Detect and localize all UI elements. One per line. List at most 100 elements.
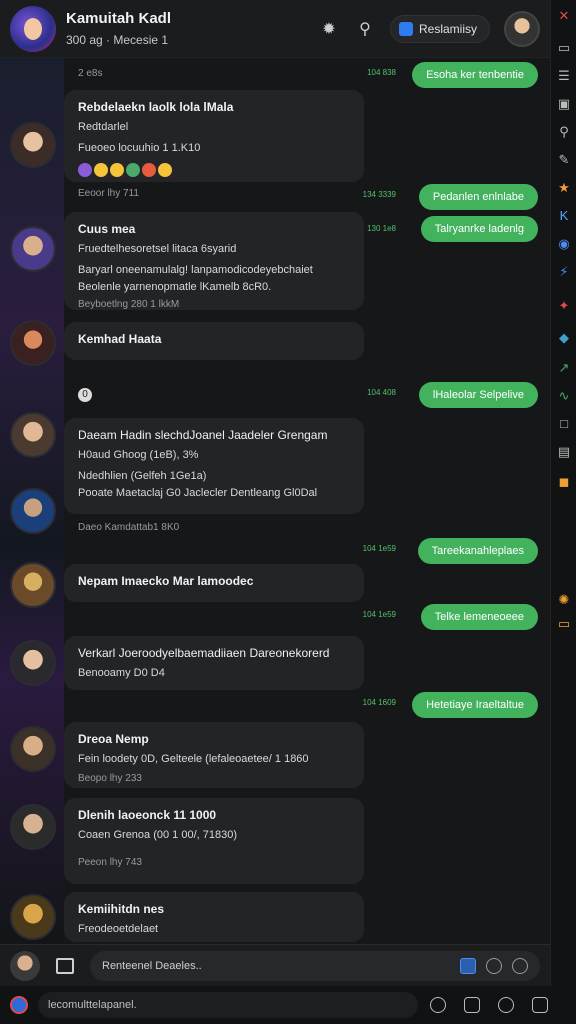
member-avatar[interactable] [10, 562, 56, 608]
bubble-timestamp: 104 408 [367, 388, 396, 397]
member-avatar[interactable] [10, 412, 56, 458]
record-icon[interactable] [430, 997, 446, 1013]
message-title: Nepam Imaecko Mar lamoodec [78, 574, 254, 588]
attachment-icon[interactable] [56, 957, 74, 974]
message-title: Daeam Hadin slechdJoanel Jaadeler Grenga… [78, 428, 328, 442]
wave-icon[interactable]: ∿ [556, 388, 572, 404]
sun-icon[interactable]: ✺ [556, 592, 572, 608]
message-line: Fein loodety 0D, Gelteele (lefaleoaetee/… [78, 753, 309, 765]
bubble-timestamp: 104 1609 [362, 698, 396, 707]
sent-bubble[interactable]: lHaleolar Selpelive [418, 382, 538, 408]
self-avatar[interactable] [10, 950, 40, 981]
message-card[interactable]: Verkarl Joeroodyelbaemadiiaen Dareonekor… [64, 636, 364, 690]
message-card[interactable]: Kemhad Haata [64, 322, 364, 360]
close-icon[interactable]: ✕ [556, 8, 572, 24]
chart-icon[interactable]: ↗ [556, 360, 572, 376]
message-line: Redtdarlel [78, 121, 129, 133]
group-avatar[interactable] [10, 5, 56, 52]
image-icon[interactable]: ▣ [556, 96, 572, 112]
drop-icon[interactable]: ◆ [556, 330, 572, 346]
message-input[interactable]: Renteenel Deaeles.. [90, 950, 540, 981]
input-actions [460, 957, 528, 974]
sent-bubble[interactable]: Talryanrke ladenlg [420, 216, 538, 242]
message-title: Kemiihitdn nes [78, 902, 165, 916]
sticker-icon[interactable] [460, 957, 476, 974]
sent-bubble[interactable]: Telke lemeneoeee [420, 604, 538, 630]
sent-bubble[interactable]: Tareekanahleplaes [417, 538, 538, 564]
message-title: Dreoa Nemp [78, 732, 149, 746]
message-line: Coaen Grenoa (00 1 00/, 71830) [78, 829, 238, 841]
member-avatar[interactable] [10, 122, 56, 168]
message-card[interactable]: Dlenih laoeonck 11 1000 Coaen Grenoa (00… [64, 798, 364, 884]
message-card[interactable]: Daeam Hadin slechdJoanel Jaadeler Grenga… [64, 418, 364, 514]
member-avatar[interactable] [10, 804, 56, 850]
right-rail: ✕ ▭ ☰ ▣ ⚲ ✎ ★ K ◉ ⚡ ✦ ◆ ↗ ∿ □ ▤ ◼ ✺ ▭ [550, 0, 576, 1024]
message-line: Beolenle yarnenopmatle lKamelb 8cR0. [78, 280, 272, 293]
bubble-timestamp: 104 1e59 [362, 610, 396, 619]
emoji-icon [158, 163, 172, 178]
command-input[interactable]: lecomulttelapanel. [38, 992, 418, 1018]
member-avatar[interactable] [10, 488, 56, 534]
message-meta: Beopo lhy 233 [78, 772, 142, 784]
app-logo-icon[interactable] [10, 996, 28, 1014]
k-icon[interactable]: K [556, 208, 572, 224]
message-input-placeholder: Renteenel Deaeles.. [102, 959, 202, 972]
bubble-timestamp: 130 1e8 [367, 224, 396, 233]
message-card[interactable]: Cuus mea Fruedtelhesoretsel litaca 6syar… [64, 212, 364, 310]
clock-icon[interactable] [486, 957, 502, 974]
message-title: Verkarl Joeroodyelbaemadiiaen Dareonekor… [78, 646, 330, 660]
calendar-pill-button[interactable]: Reslamiisy [389, 14, 490, 43]
search-icon[interactable]: ⚲ [354, 18, 376, 40]
bubble-timestamp: 134 3339 [362, 190, 396, 199]
emoji-icon [78, 163, 92, 178]
message-card[interactable]: Nepam Imaecko Mar lamoodec [64, 564, 364, 602]
message-card[interactable]: Kemiihitdn nes Freodeoetdelaet [64, 892, 364, 942]
member-avatar[interactable] [10, 640, 56, 686]
doc-icon[interactable]: ▤ [556, 444, 572, 460]
message-card[interactable]: Rebdelaekn laolk lola lMala Redtdarlel F… [64, 90, 364, 182]
message-title: Cuus mea [78, 222, 136, 236]
header-actions: ✹ ⚲ Reslamiisy [318, 10, 540, 47]
system-dot: 0 [78, 388, 92, 402]
sent-bubble[interactable]: Hetetiaye Iraeltaltue [412, 692, 538, 718]
card-icon[interactable]: ▭ [556, 616, 572, 632]
box-icon[interactable]: ◼ [556, 474, 572, 490]
message-line: Baryarl oneenamulalg! lanpamodicodeyebch… [78, 263, 313, 276]
member-avatar[interactable] [10, 726, 56, 772]
settings-icon[interactable] [512, 957, 528, 974]
chat-icon[interactable]: ▭ [556, 40, 572, 56]
list-icon[interactable]: ☰ [556, 68, 572, 84]
link-icon[interactable]: ⚡ [556, 264, 572, 280]
message-line: Ndedhlien (Gelfeh 1Ge1a) [78, 469, 207, 482]
window-icon[interactable]: □ [556, 416, 572, 432]
member-avatar[interactable] [10, 320, 56, 366]
message-meta: Beyboetlng 280 1 lkkM [78, 298, 180, 310]
sent-bubble[interactable]: Esoha ker tenbentie [412, 62, 538, 88]
bottom-actions [430, 997, 548, 1013]
pill-label: Reslamiisy [418, 21, 477, 36]
message-line: H0aud Ghoog (1eB), 3% [78, 449, 199, 461]
message-meta: Eeoor lhy 711 [78, 188, 139, 199]
calendar-icon [398, 21, 413, 36]
star-icon[interactable]: ★ [556, 180, 572, 196]
globe-icon[interactable]: ◉ [556, 236, 572, 252]
chat-title: Kamuitah Kadl [66, 10, 172, 27]
bottom-bar: lecomulttelapanel. [0, 986, 576, 1024]
gallery-icon[interactable] [464, 997, 480, 1013]
bubble-timestamp: 104 1e59 [362, 544, 396, 553]
edit-icon[interactable]: ✎ [556, 152, 572, 168]
header-titles: Kamuitah Kadl 300 ag · Mecesie 1 [66, 10, 171, 47]
spider-icon[interactable]: ✹ [318, 18, 340, 40]
sent-bubble[interactable]: Pedanlen enlnlabe [418, 184, 538, 210]
system-line: 2 e8s [78, 68, 103, 79]
pin-icon[interactable]: ✦ [556, 298, 572, 314]
member-avatar[interactable] [10, 226, 56, 272]
search-icon[interactable]: ⚲ [556, 124, 572, 140]
user-avatar[interactable] [504, 10, 540, 47]
message-card[interactable]: Dreoa Nemp Fein loodety 0D, Gelteele (le… [64, 722, 364, 788]
member-avatar[interactable] [10, 894, 56, 940]
message-line: Fruedtelhesoretsel litaca 6syarid [78, 243, 237, 255]
message-line: Freodeoetdelaet [78, 923, 159, 935]
game-icon[interactable] [498, 997, 514, 1013]
settings-icon[interactable] [532, 997, 548, 1013]
